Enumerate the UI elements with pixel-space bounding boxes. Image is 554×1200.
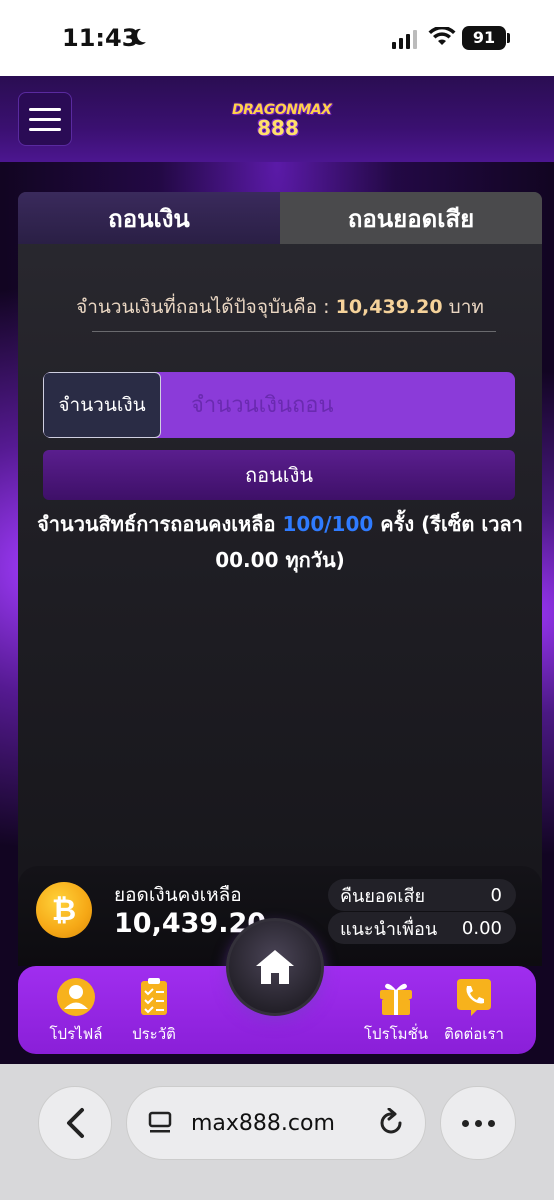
tab-withdraw-loss[interactable]: ถอนยอดเสีย [280, 192, 542, 244]
home-icon [256, 950, 294, 984]
referral-value: 0.00 [461, 917, 502, 939]
tab-bar: ถอนเงิน ถอนยอดเสีย [18, 192, 542, 244]
more-icon [461, 1119, 469, 1127]
withdraw-rights-info: จำนวนสิทธ์การถอนคงเหลือ 100/100 ครั้ง (ร… [30, 506, 530, 578]
nav-label-contact: ติดต่อเรา [444, 1025, 504, 1043]
signal-icon [392, 30, 417, 49]
nav-item-profile[interactable]: โปรไฟล์ [36, 972, 116, 1046]
amount-field-group: จำนวนเงิน [43, 372, 515, 438]
balance-prefix: จำนวนเงินที่ถอนได้ปัจจุบันคือ : [76, 296, 330, 318]
tab-withdraw[interactable]: ถอนเงิน [18, 192, 280, 244]
moon-icon [131, 28, 146, 45]
cashback-label: คืนยอดเสีย [340, 885, 426, 907]
nav-item-contact[interactable]: ติดต่อเรา [434, 972, 514, 1046]
more-button[interactable] [440, 1086, 516, 1160]
divider [92, 331, 496, 332]
chevron-left-icon [67, 1108, 84, 1138]
back-button[interactable] [38, 1086, 112, 1160]
referral-chip[interactable]: แนะนำเพื่อน 0.00 [328, 912, 516, 944]
home-button[interactable] [226, 918, 324, 1016]
phone-icon [457, 979, 491, 1016]
cashback-chip[interactable]: คืนยอดเสีย 0 [328, 879, 516, 911]
nav-item-promotion[interactable]: โปรโมชั่น [356, 972, 436, 1046]
nav-label-history: ประวัติ [132, 1025, 176, 1043]
balance-unit: บาท [448, 296, 484, 318]
wifi-icon [428, 27, 456, 45]
coin-symbol: ₿ [51, 892, 77, 928]
profile-icon [57, 978, 95, 1016]
cashback-value: 0 [490, 884, 502, 906]
battery-tip [507, 33, 510, 43]
logo-number: 888 [257, 116, 299, 140]
battery-icon: 91 [462, 26, 506, 50]
app-header: DRAGONMAX 888 [0, 76, 554, 162]
referral-label: แนะนำเพื่อน [340, 918, 438, 940]
balance-label: ยอดเงินคงเหลือ [114, 884, 242, 906]
nav-item-history[interactable]: ประวัติ [114, 972, 194, 1046]
reload-icon[interactable] [376, 1108, 406, 1138]
url-text: max888.com [191, 1110, 335, 1136]
balance-amount: 10,439.20 [335, 296, 443, 318]
gift-icon [380, 983, 412, 1015]
hamburger-icon [29, 107, 61, 111]
amount-label: จำนวนเงิน [43, 372, 161, 438]
clipboard-icon [141, 978, 167, 1015]
rights-prefix: จำนวนสิทธ์การถอนคงเหลือ [37, 512, 276, 536]
withdrawable-balance: จำนวนเงินที่ถอนได้ปัจจุบันคือ : 10,439.2… [18, 292, 542, 322]
status-bar: 11:43 91 [0, 0, 554, 76]
bitcoin-coin-icon: ₿ [36, 882, 92, 938]
nav-label-profile: โปรไฟล์ [49, 1025, 103, 1043]
nav-label-promotion: โปรโมชั่น [363, 1025, 428, 1043]
status-time: 11:43 [62, 24, 139, 52]
brand-logo[interactable]: DRAGONMAX 888 [232, 86, 332, 152]
amount-input[interactable] [161, 372, 515, 438]
rights-count: 100/100 [282, 512, 374, 536]
menu-button[interactable] [18, 92, 72, 146]
page-menu-icon [148, 1111, 172, 1133]
withdraw-button[interactable]: ถอนเงิน [43, 450, 515, 500]
